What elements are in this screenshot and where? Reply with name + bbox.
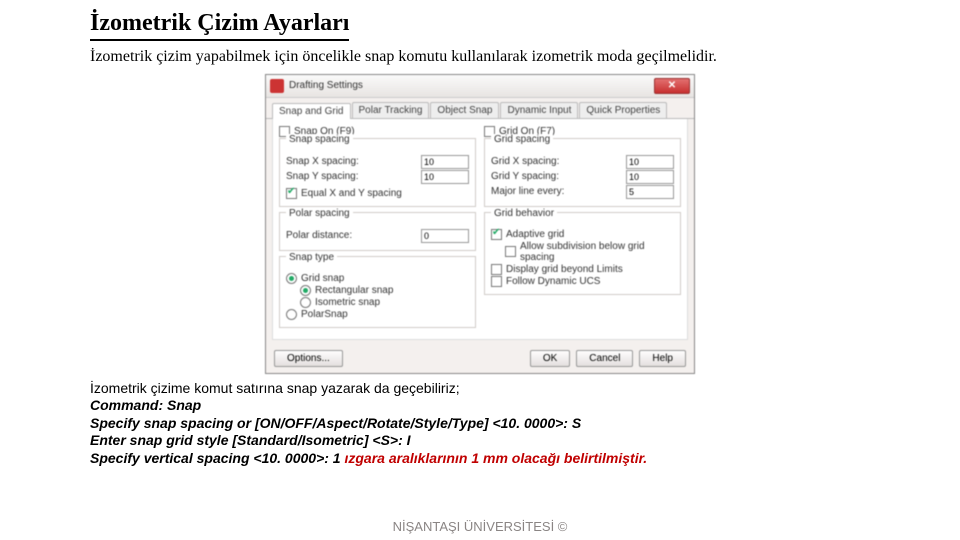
group-grid-spacing: Grid spacing Grid X spacing: Grid Y spac… — [484, 138, 681, 207]
grid-y-label: Grid Y spacing: — [491, 171, 626, 182]
tab-polar-tracking[interactable]: Polar Tracking — [352, 102, 430, 118]
major-line-input[interactable] — [626, 185, 674, 199]
dialog-titlebar: Drafting Settings ✕ — [266, 75, 694, 98]
snap-y-input[interactable] — [421, 170, 469, 184]
grid-snap-radio[interactable] — [286, 273, 297, 284]
snap-y-label: Snap Y spacing: — [286, 171, 421, 182]
below-line-4: Enter snap grid style [Standard/Isometri… — [90, 432, 870, 450]
page-title: İzometrik Çizim Ayarları — [90, 10, 349, 41]
app-icon — [270, 79, 284, 93]
group-title: Grid spacing — [491, 134, 553, 145]
allow-subdivision-checkbox[interactable] — [505, 246, 516, 257]
snap-x-input[interactable] — [421, 155, 469, 169]
tab-snap-grid[interactable]: Snap and Grid — [272, 103, 351, 119]
display-beyond-checkbox[interactable] — [491, 264, 502, 275]
polar-snap-radio[interactable] — [286, 309, 297, 320]
group-title: Grid behavior — [491, 208, 557, 219]
snap-x-label: Snap X spacing: — [286, 156, 421, 167]
adaptive-grid-label: Adaptive grid — [506, 229, 674, 240]
below-line-3: Specify snap spacing or [ON/OFF/Aspect/R… — [90, 415, 870, 433]
polar-snap-label: PolarSnap — [301, 309, 469, 320]
below-line-1: İzometrik çizime komut satırına snap yaz… — [90, 380, 870, 398]
display-beyond-label: Display grid beyond Limits — [506, 264, 674, 275]
rectangular-snap-label: Rectangular snap — [315, 285, 469, 296]
below-line-5: Specify vertical spacing <10. 0000>: 1 ı… — [90, 450, 870, 468]
drafting-settings-dialog: Drafting Settings ✕ Snap and Grid Polar … — [265, 74, 695, 374]
left-column: Snap On (F9) Snap spacing Snap X spacing… — [279, 125, 476, 333]
polar-distance-input[interactable] — [421, 229, 469, 243]
allow-subdivision-label: Allow subdivision below grid spacing — [520, 241, 674, 263]
tab-panel: Snap On (F9) Snap spacing Snap X spacing… — [272, 119, 688, 340]
group-snap-spacing: Snap spacing Snap X spacing: Snap Y spac… — [279, 138, 476, 207]
right-column: Grid On (F7) Grid spacing Grid X spacing… — [484, 125, 681, 333]
grid-x-label: Grid X spacing: — [491, 156, 626, 167]
command-explanation: İzometrik çizime komut satırına snap yaz… — [90, 380, 870, 468]
dialog-title: Drafting Settings — [289, 80, 654, 91]
equal-xy-checkbox[interactable] — [286, 188, 297, 199]
button-row: Options... OK Cancel Help — [266, 346, 694, 373]
options-button[interactable]: Options... — [274, 350, 343, 367]
grid-y-input[interactable] — [626, 170, 674, 184]
major-line-label: Major line every: — [491, 186, 626, 197]
help-button[interactable]: Help — [639, 350, 686, 367]
below-line-5a: Specify vertical spacing <10. 0000>: 1 — [90, 450, 344, 466]
equal-xy-label: Equal X and Y spacing — [301, 188, 469, 199]
group-title: Snap spacing — [286, 134, 353, 145]
polar-distance-label: Polar distance: — [286, 230, 421, 241]
intro-text: İzometrik çizim yapabilmek için öncelikl… — [90, 47, 870, 68]
follow-ucs-checkbox[interactable] — [491, 276, 502, 287]
adaptive-grid-checkbox[interactable] — [491, 229, 502, 240]
grid-snap-label: Grid snap — [301, 273, 469, 284]
tab-dynamic-input[interactable]: Dynamic Input — [500, 102, 578, 118]
rectangular-snap-radio[interactable] — [300, 285, 311, 296]
group-snap-type: Snap type Grid snap Rectangular snap Iso… — [279, 256, 476, 328]
close-button[interactable]: ✕ — [654, 78, 690, 94]
tab-quick-properties[interactable]: Quick Properties — [579, 102, 667, 118]
isometric-snap-radio[interactable] — [300, 297, 311, 308]
tab-strip: Snap and Grid Polar Tracking Object Snap… — [266, 98, 694, 119]
below-line-2: Command: Snap — [90, 397, 870, 415]
footer-text: NİŞANTAŞI ÜNİVERSİTESİ © — [0, 519, 960, 534]
ok-button[interactable]: OK — [530, 350, 570, 367]
group-title: Polar spacing — [286, 208, 353, 219]
tab-object-snap[interactable]: Object Snap — [430, 102, 499, 118]
isometric-snap-label: Isometric snap — [315, 297, 469, 308]
follow-ucs-label: Follow Dynamic UCS — [506, 276, 674, 287]
cancel-button[interactable]: Cancel — [576, 350, 633, 367]
group-grid-behavior: Grid behavior Adaptive grid Allow subdiv… — [484, 212, 681, 295]
below-line-5b: ızgara aralıklarının 1 mm olacağı belirt… — [344, 450, 647, 466]
grid-x-input[interactable] — [626, 155, 674, 169]
group-polar-spacing: Polar spacing Polar distance: — [279, 212, 476, 251]
group-title: Snap type — [286, 252, 337, 263]
